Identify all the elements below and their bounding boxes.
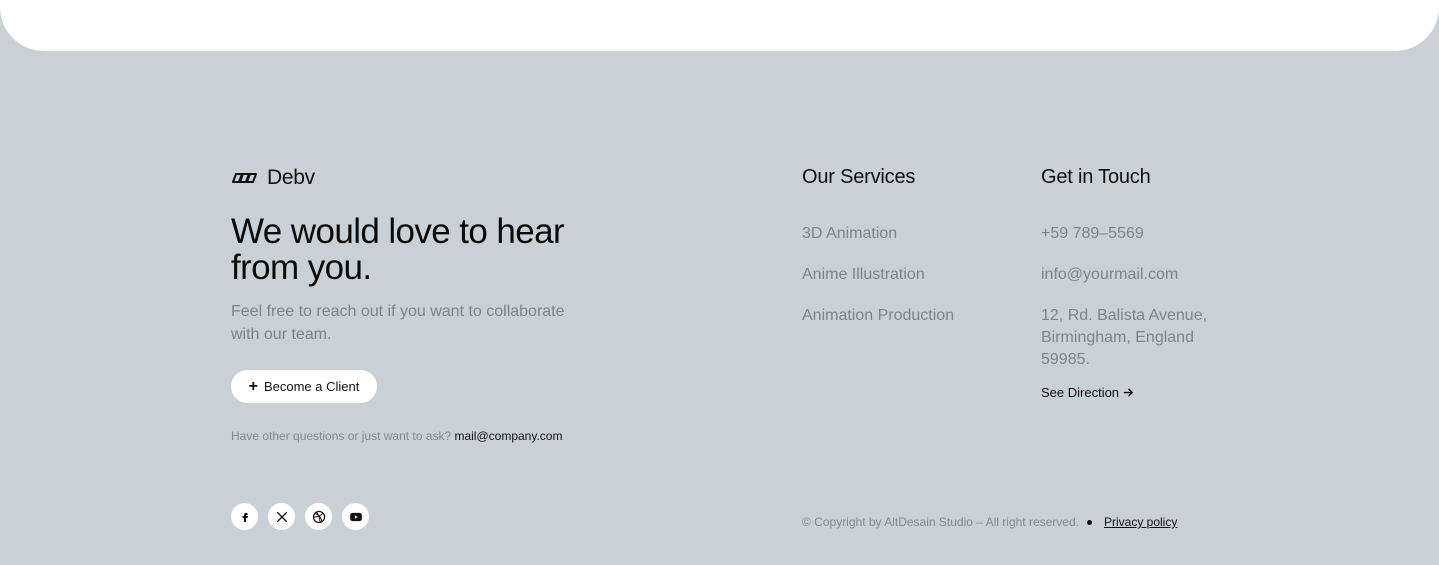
- x-icon: [276, 511, 287, 522]
- x-button[interactable]: [268, 503, 295, 530]
- brand-logo[interactable]: Debv: [231, 166, 315, 190]
- copyright-bar: © Copyright by AltDesain Studio – All ri…: [802, 515, 1177, 529]
- facebook-button[interactable]: [231, 503, 258, 530]
- services-list: 3D Animation Anime Illustration Animatio…: [802, 223, 954, 346]
- social-links: [231, 503, 369, 530]
- contact-prompt: Have other questions or just want to ask…: [231, 429, 452, 443]
- copyright-text: © Copyright by AltDesain Studio – All ri…: [802, 515, 1079, 529]
- brand-name: Debv: [267, 166, 315, 189]
- see-direction-label: See Direction: [1041, 385, 1120, 400]
- youtube-button[interactable]: [342, 503, 369, 530]
- contact-email-link[interactable]: mail@company.com: [454, 429, 562, 443]
- address: 12, Rd. Balista Avenue, Birmingham, Engl…: [1041, 307, 1208, 368]
- top-card: [0, 0, 1439, 51]
- dribbble-icon: [312, 510, 325, 523]
- become-client-label: Become a Client: [263, 379, 360, 394]
- privacy-policy-link[interactable]: Privacy policy: [1104, 515, 1177, 529]
- dribbble-button[interactable]: [305, 503, 332, 530]
- contact-line: Have other questions or just want to ask…: [231, 429, 562, 443]
- headline: We would love to hear from you.: [231, 212, 565, 287]
- service-item[interactable]: Animation Production: [802, 305, 954, 327]
- subtext: Feel free to reach out if you want to co…: [231, 303, 565, 343]
- service-item[interactable]: 3D Animation: [802, 223, 954, 245]
- become-client-button[interactable]: + Become a Client: [231, 370, 377, 403]
- service-item[interactable]: Anime Illustration: [802, 264, 954, 286]
- facebook-icon: [242, 512, 248, 522]
- services-title: Our Services: [802, 166, 916, 188]
- infinity-logo-icon: [232, 173, 257, 183]
- see-direction-link[interactable]: See Direction: [1041, 385, 1134, 400]
- contact-list: +59 789–5569 info@yourmail.com 12, Rd. B…: [1041, 223, 1221, 381]
- contact-email[interactable]: info@yourmail.com: [1041, 264, 1221, 286]
- arrow-right-icon: [1123, 388, 1133, 397]
- youtube-icon: [349, 512, 362, 521]
- get-in-touch-title: Get in Touch: [1041, 166, 1151, 188]
- phone-number[interactable]: +59 789–5569: [1041, 223, 1221, 245]
- plus-icon: +: [248, 377, 258, 395]
- separator-dot: [1086, 519, 1092, 525]
